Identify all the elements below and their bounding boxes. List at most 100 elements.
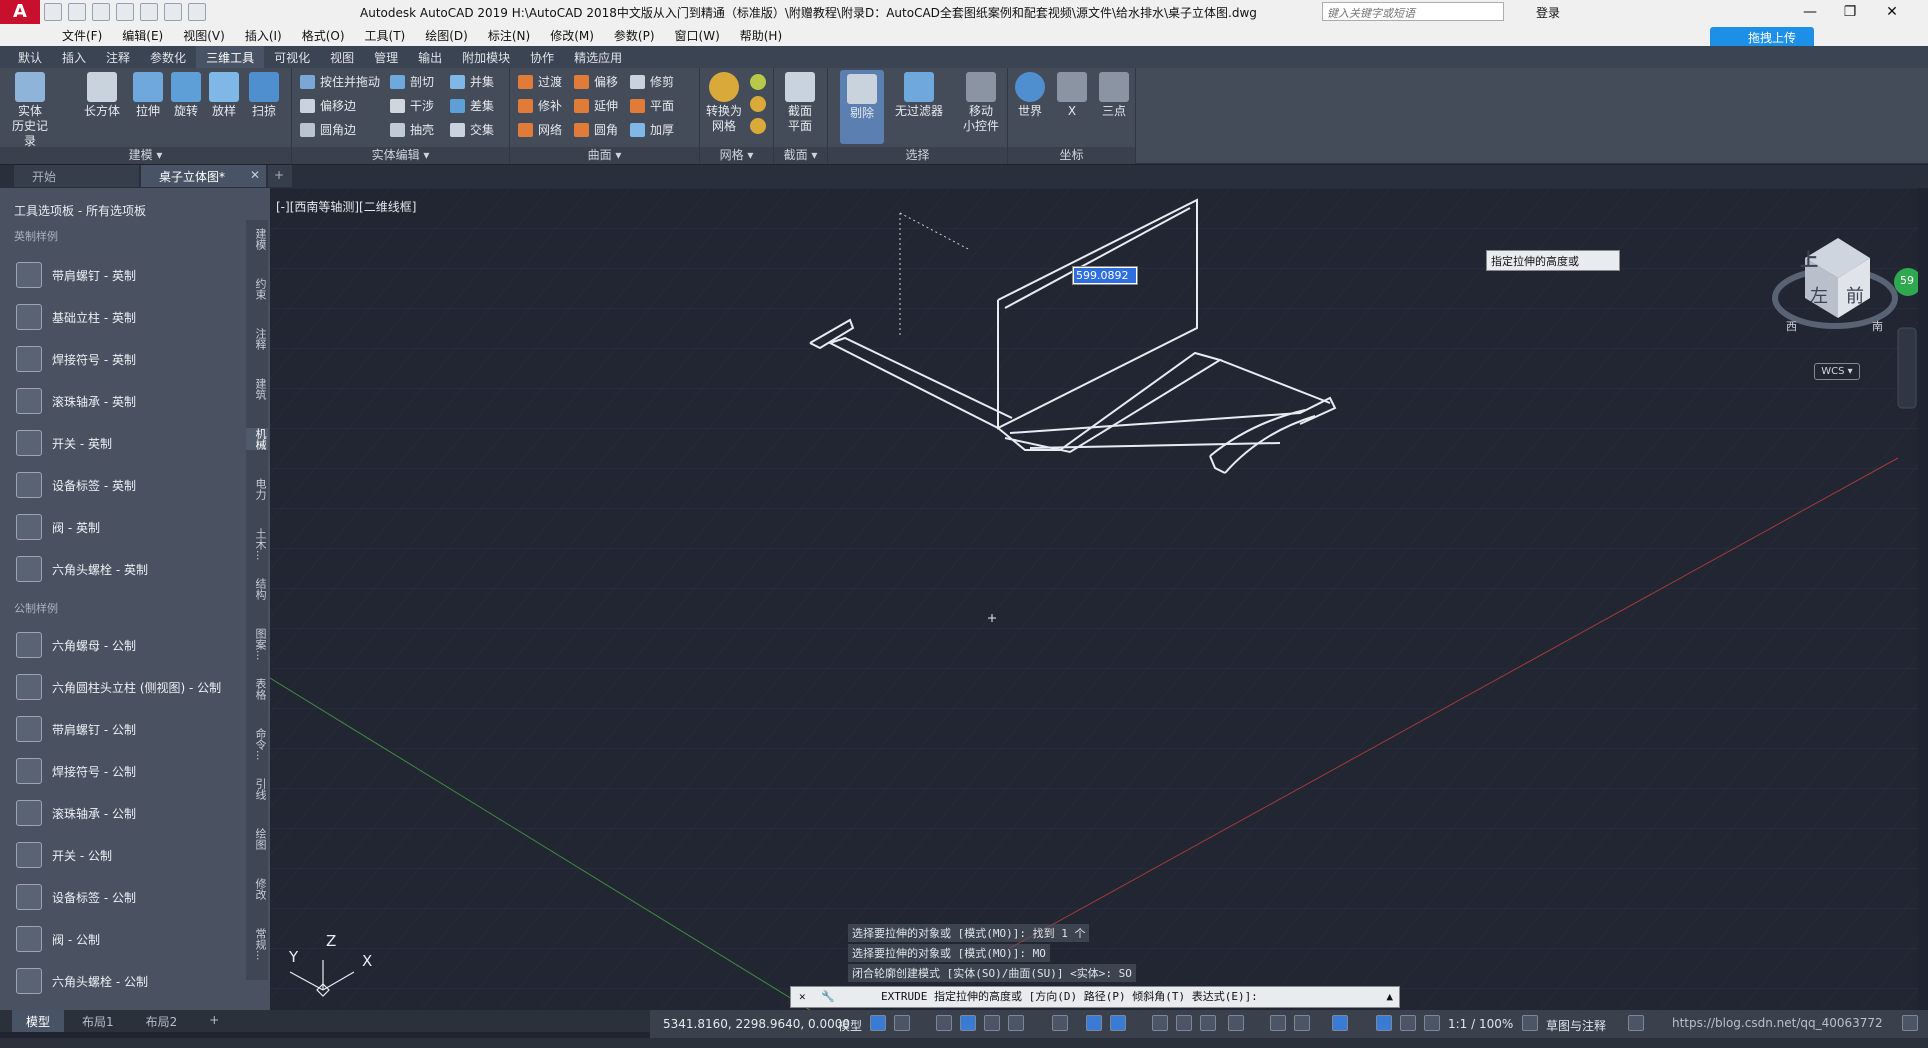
customization-menu-icon[interactable] <box>1902 1015 1918 1031</box>
tool-item[interactable]: 阀 - 公制 <box>16 922 241 956</box>
menu-modify[interactable]: 修改(M) <box>540 24 604 46</box>
world-ucs-button[interactable]: 世界 <box>1010 72 1050 119</box>
close-tab-icon[interactable]: ✕ <box>250 168 260 182</box>
nav-bar[interactable] <box>1897 327 1917 409</box>
section-plane-button[interactable]: 截面 平面 <box>778 72 822 134</box>
union-button[interactable]: 并集 <box>450 72 494 92</box>
side-tab[interactable]: 电力 <box>246 478 268 500</box>
save-as-icon[interactable] <box>116 3 134 21</box>
intersect-button[interactable]: 交集 <box>450 120 494 140</box>
tab-output[interactable]: 输出 <box>408 46 452 68</box>
tool-item[interactable]: 阀 - 英制 <box>16 510 241 544</box>
login-button[interactable]: 登录 <box>1536 4 1560 21</box>
wcs-menu[interactable]: WCS ▾ <box>1814 363 1860 380</box>
tool-item[interactable]: 设备标签 - 英制 <box>16 468 241 502</box>
add-layout-icon[interactable]: + <box>195 1010 233 1032</box>
convert-to-mesh-button[interactable]: 转换为 网格 <box>702 72 746 134</box>
no-filter-button[interactable]: 无过滤器 <box>886 72 952 119</box>
tab-view[interactable]: 视图 <box>320 46 364 68</box>
interfere-button[interactable]: 干涉 <box>390 96 434 116</box>
box-button[interactable]: 长方体 <box>80 72 124 119</box>
solid-history-button[interactable]: 实体 历史记录 <box>8 72 52 149</box>
mesh-crease-icon[interactable] <box>750 118 766 134</box>
side-tab[interactable]: 土木... <box>246 528 268 561</box>
menu-edit[interactable]: 编辑(E) <box>112 24 173 46</box>
command-history-toggle-icon[interactable]: ▲ <box>1386 987 1393 1007</box>
tab-annotate[interactable]: 注释 <box>96 46 140 68</box>
workspace-gear-icon[interactable] <box>1522 1015 1538 1031</box>
gizmo-icon[interactable] <box>1332 1015 1348 1031</box>
presspull-button[interactable]: 按住并拖动 <box>300 72 380 92</box>
workspace-dropdown[interactable]: 草图与注释 <box>1546 1017 1606 1034</box>
selection-cycling-icon[interactable] <box>1200 1015 1216 1031</box>
tool-item[interactable]: 六角头螺栓 - 英制 <box>16 552 241 586</box>
dynamic-input-icon[interactable] <box>960 1015 976 1031</box>
annotation-scale-icon[interactable] <box>1424 1015 1440 1031</box>
tool-item[interactable]: 设备标签 - 公制 <box>16 880 241 914</box>
slice-button[interactable]: 剖切 <box>390 72 434 92</box>
panel-mesh-label[interactable]: 网格 ▾ <box>700 147 773 164</box>
menu-help[interactable]: 帮助(H) <box>730 24 792 46</box>
side-tab[interactable]: 绘图 <box>246 828 268 850</box>
close-command-icon[interactable]: ✕ <box>799 987 806 1007</box>
close-icon[interactable]: ✕ <box>1870 0 1914 24</box>
tab-visualize[interactable]: 可视化 <box>264 46 320 68</box>
transparency-icon[interactable] <box>1176 1015 1192 1031</box>
infer-constraints-icon[interactable] <box>936 1015 952 1031</box>
viewport-label[interactable]: [-][西南等轴测][二维线框] <box>276 198 416 215</box>
grid-icon[interactable] <box>870 1015 886 1031</box>
isodraft-icon[interactable] <box>1052 1015 1068 1031</box>
tool-item[interactable]: 焊接符号 - 英制 <box>16 342 241 376</box>
panel-section-label[interactable]: 截面 ▾ <box>774 147 827 164</box>
customize-command-icon[interactable]: 🔧 <box>821 987 835 1007</box>
tab-addins[interactable]: 附加模块 <box>452 46 520 68</box>
mesh-refine-icon[interactable] <box>750 96 766 112</box>
menu-view[interactable]: 视图(V) <box>173 24 235 46</box>
new-file-icon[interactable] <box>44 3 62 21</box>
extend-button[interactable]: 延伸 <box>574 96 618 116</box>
side-tab[interactable]: 修改 <box>246 878 268 900</box>
tool-item[interactable]: 带肩螺钉 - 英制 <box>16 258 241 292</box>
surface-offset-button[interactable]: 偏移 <box>574 72 618 92</box>
snap-icon[interactable] <box>894 1015 910 1031</box>
side-tab[interactable]: 建模 <box>246 228 268 250</box>
object-snap-icon[interactable] <box>1110 1015 1126 1031</box>
tab-insert[interactable]: 插入 <box>52 46 96 68</box>
tab-featured-apps[interactable]: 精选应用 <box>564 46 632 68</box>
layout-tab-2[interactable]: 布局2 <box>132 1010 192 1032</box>
add-tab-icon[interactable]: + <box>268 165 292 187</box>
move-gizmo-button[interactable]: 移动 小控件 <box>956 72 1006 134</box>
blend-button[interactable]: 过渡 <box>518 72 562 92</box>
tool-item[interactable]: 开关 - 英制 <box>16 426 241 460</box>
tab-parametric[interactable]: 参数化 <box>140 46 196 68</box>
drawing-viewport[interactable] <box>269 188 1922 1011</box>
object-snap-tracking-icon[interactable] <box>1086 1015 1102 1031</box>
command-line-input[interactable]: ✕ 🔧 EXTRUDE 指定拉伸的高度或 [方向(D) 路径(P) 倾斜角(T)… <box>790 986 1400 1008</box>
side-tab[interactable]: 命令... <box>246 728 268 761</box>
loft-button[interactable]: 放样 <box>202 72 246 119</box>
menu-parametric[interactable]: 参数(P) <box>604 24 665 46</box>
mesh-smooth-icon[interactable] <box>750 74 766 90</box>
side-tab[interactable]: 图案... <box>246 628 268 661</box>
dynamic-input-field[interactable]: 599.0892 <box>1072 266 1138 285</box>
tool-item[interactable]: 带肩螺钉 - 公制 <box>16 712 241 746</box>
lineweight-icon[interactable] <box>1152 1015 1168 1031</box>
tool-item[interactable]: 六角头螺栓 - 公制 <box>16 964 241 998</box>
side-tab[interactable]: 表格 <box>246 678 268 700</box>
panel-modeling-label[interactable]: 建模 ▾ <box>0 147 291 164</box>
menu-file[interactable]: 文件(F) <box>52 24 112 46</box>
side-tab[interactable]: 建筑 <box>246 378 268 400</box>
open-file-icon[interactable] <box>68 3 86 21</box>
x-ucs-button[interactable]: X <box>1052 72 1092 119</box>
panel-surface-label[interactable]: 曲面 ▾ <box>510 147 699 164</box>
tool-item[interactable]: 滚珠轴承 - 英制 <box>16 384 241 418</box>
planar-button[interactable]: 平面 <box>630 96 674 116</box>
side-tab[interactable]: 约束 <box>246 278 268 300</box>
trim-button[interactable]: 修剪 <box>630 72 674 92</box>
redo-icon[interactable] <box>188 3 206 21</box>
menu-draw[interactable]: 绘图(D) <box>415 24 478 46</box>
tab-3d-tools[interactable]: 三维工具 <box>196 46 265 68</box>
undo-icon[interactable] <box>164 3 182 21</box>
tool-item[interactable]: 开关 - 公制 <box>16 838 241 872</box>
culling-button[interactable]: 剔除 <box>840 70 884 144</box>
